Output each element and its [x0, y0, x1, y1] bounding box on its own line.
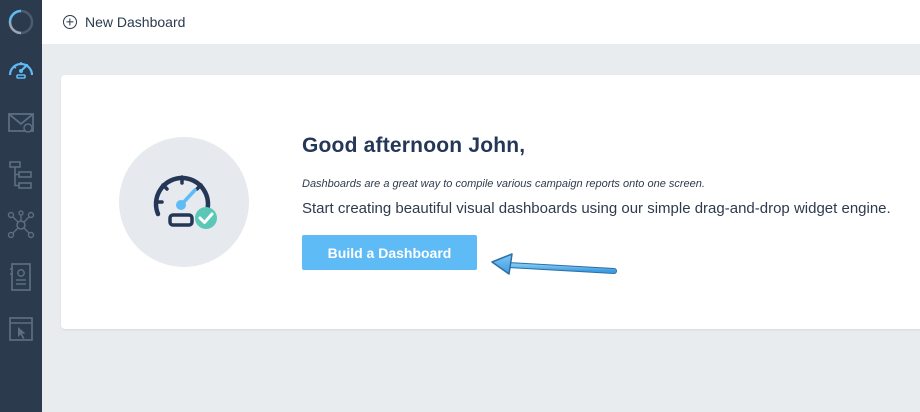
sidebar-item-hierarchy[interactable] [0, 153, 42, 197]
window-cursor-icon [9, 317, 33, 341]
new-dashboard-button[interactable]: New Dashboard [63, 14, 185, 30]
app-root: New Dashboard Good afternoon John, Dashb… [0, 0, 920, 412]
network-icon [7, 210, 35, 239]
sidebar-item-dashboards[interactable] [0, 47, 42, 91]
sidebar [0, 0, 42, 412]
intro-main-text: Start creating beautiful visual dashboar… [302, 200, 891, 217]
speedometer-check-icon [153, 175, 217, 229]
contact-card-icon [10, 263, 31, 291]
sidebar-item-web[interactable] [0, 307, 42, 351]
email-icon [8, 113, 34, 133]
new-dashboard-label: New Dashboard [85, 14, 186, 30]
dashboard-illustration [119, 137, 249, 267]
app-logo[interactable] [0, 0, 42, 44]
greeting-heading: Good afternoon John, [302, 134, 526, 157]
speedometer-icon [8, 62, 34, 79]
build-dashboard-button[interactable]: Build a Dashboard [302, 235, 477, 270]
welcome-card: Good afternoon John, Dashboards are a gr… [61, 75, 920, 329]
sidebar-item-contacts[interactable] [0, 255, 42, 299]
annotation-arrow [491, 253, 617, 275]
topbar: New Dashboard [42, 0, 920, 44]
hierarchy-icon [9, 161, 32, 189]
sidebar-item-email[interactable] [0, 100, 42, 144]
plus-circle-icon [63, 15, 77, 29]
intro-italic-text: Dashboards are a great way to compile va… [302, 178, 705, 190]
loading-ring-logo-icon [8, 9, 34, 35]
sidebar-item-network[interactable] [0, 203, 42, 247]
